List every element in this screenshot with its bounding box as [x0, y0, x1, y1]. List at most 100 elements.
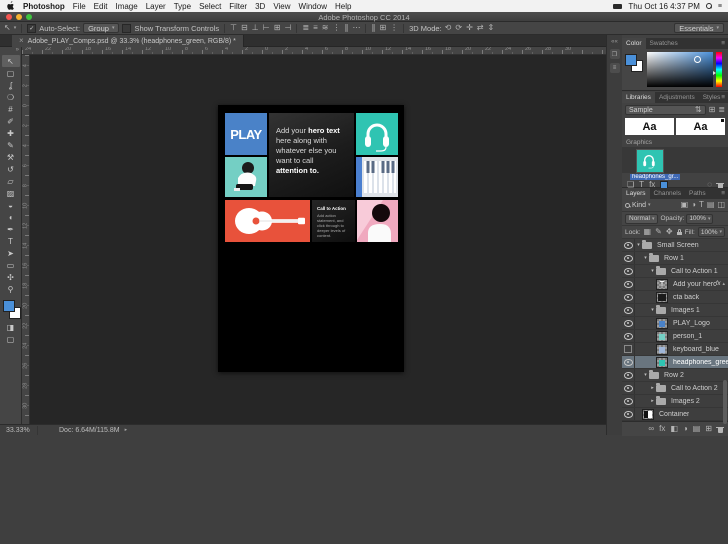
tab-channels[interactable]: Channels: [650, 188, 685, 199]
close-tab-icon[interactable]: ×: [19, 37, 24, 45]
layer-mask-icon[interactable]: ◧: [670, 425, 678, 433]
hue-slider-marker[interactable]: [713, 71, 716, 75]
tab-swatches[interactable]: Swatches: [646, 38, 682, 49]
library-item-label[interactable]: headphones_gr...: [630, 174, 680, 180]
dodge-tool[interactable]: ◖: [2, 211, 20, 223]
menu-item-select[interactable]: Select: [199, 2, 221, 11]
panel-menu-icon[interactable]: ≡: [721, 190, 725, 197]
align-horizontal-centers-icon[interactable]: ⊞: [274, 24, 281, 32]
foreground-color-swatch[interactable]: [625, 54, 637, 66]
filter-pixel-layers-icon[interactable]: ▣: [681, 201, 689, 209]
layer-visibility-toggle[interactable]: [622, 304, 635, 316]
library-select[interactable]: Sample⇅: [625, 105, 706, 115]
layer-row-keyboard-blue[interactable]: keyboard_blue: [622, 343, 728, 356]
3d-drag-icon[interactable]: ✛: [466, 24, 473, 32]
collapse-toolbar-icon[interactable]: »: [0, 47, 21, 55]
filter-search-icon[interactable]: [625, 203, 630, 208]
foreground-background-swatches[interactable]: [2, 299, 20, 321]
layer-row-row-1[interactable]: ▾Row 1: [622, 252, 728, 265]
layer-row-play-logo[interactable]: PLAY_Logo: [622, 317, 728, 330]
scrollbar-thumb[interactable]: [723, 380, 727, 424]
tab-layers[interactable]: Layers: [622, 188, 650, 199]
color-gradient-field[interactable]: [647, 52, 713, 87]
layer-row-headphones-green[interactable]: headphones_green: [622, 356, 728, 369]
menu-item-type[interactable]: Type: [174, 2, 191, 11]
new-layer-icon[interactable]: ⊞: [705, 425, 712, 433]
fill-value[interactable]: 100%▾: [698, 227, 725, 237]
menu-item-photoshop[interactable]: Photoshop: [23, 2, 65, 11]
filter-adjustment-layers-icon[interactable]: ◑: [691, 201, 696, 209]
color-cursor-icon[interactable]: [694, 56, 701, 63]
align-vertical-centers-icon[interactable]: ⊟: [241, 24, 248, 32]
layer-visibility-toggle[interactable]: [622, 356, 635, 368]
layers-scrollbar[interactable]: [723, 366, 727, 544]
tab-libraries[interactable]: Libraries: [622, 92, 655, 103]
text-layer-thumbnail[interactable]: T: [656, 279, 668, 290]
layer-visibility-toggle[interactable]: [622, 239, 635, 251]
foreground-color-swatch[interactable]: [3, 300, 15, 312]
zoom-tool[interactable]: ⚲: [2, 283, 20, 295]
notification-center-icon[interactable]: ≡: [718, 3, 722, 10]
layer-row-add-your-hero-t-[interactable]: TAdd your hero t...fx▴: [622, 278, 728, 291]
document-tab[interactable]: × Adobe_PLAY_Comps.psd @ 33.3% (headphon…: [12, 35, 244, 47]
lasso-tool[interactable]: ʆ: [2, 79, 20, 91]
layer-row-images-1[interactable]: ▾Images 1: [622, 304, 728, 317]
layer-row-call-to-action-2[interactable]: ▸Call to Action 2: [622, 382, 728, 395]
layer-style-icon[interactable]: fx: [659, 425, 665, 433]
crop-tool[interactable]: #: [2, 103, 20, 115]
panel-menu-icon[interactable]: ≡: [721, 94, 725, 101]
menu-item-help[interactable]: Help: [335, 2, 351, 11]
layer-visibility-toggle[interactable]: [622, 291, 635, 303]
layer-row-call-to-action-1[interactable]: ▾Call to Action 1: [622, 265, 728, 278]
chevron-down-icon[interactable]: ▾: [635, 242, 642, 248]
type-tool[interactable]: T: [2, 235, 20, 247]
brush-tool[interactable]: ✎: [2, 139, 20, 151]
chevron-right-icon[interactable]: ▸: [649, 398, 656, 404]
menu-item-file[interactable]: File: [73, 2, 86, 11]
canvas-area[interactable]: PLAY Add your hero text here along with …: [30, 55, 606, 424]
delete-layer-icon[interactable]: [717, 426, 723, 433]
chevron-down-icon[interactable]: ▾: [649, 268, 656, 274]
hand-tool[interactable]: ✣: [2, 271, 20, 283]
chevron-up-icon[interactable]: ▴: [722, 281, 725, 287]
auto-align-icon[interactable]: ⋮: [390, 24, 398, 32]
filter-kind-label[interactable]: Kind: [632, 202, 646, 209]
menu-item-layer[interactable]: Layer: [146, 2, 166, 11]
move-tool-preset-icon[interactable]: ↖: [4, 24, 11, 32]
layer-visibility-toggle[interactable]: [622, 252, 635, 264]
chevron-down-icon[interactable]: ▾: [642, 255, 649, 261]
link-layers-icon[interactable]: ∞: [648, 425, 654, 433]
gradient-tool[interactable]: ▨: [2, 187, 20, 199]
workspace-switcher[interactable]: Essentials▾: [674, 23, 724, 33]
new-group-icon[interactable]: ▤: [693, 425, 701, 433]
layer-row-person-1[interactable]: person_1: [622, 330, 728, 343]
clone-stamp-tool[interactable]: ⚒: [2, 151, 20, 163]
type-style-item[interactable]: Aa: [625, 118, 674, 135]
layer-thumbnail[interactable]: [656, 331, 668, 342]
move-tool[interactable]: ↖: [2, 55, 20, 67]
layer-thumbnail[interactable]: [642, 409, 654, 420]
menu-item-window[interactable]: Window: [299, 2, 327, 11]
layer-visibility-toggle[interactable]: [622, 382, 635, 394]
distribute-vcenter-icon[interactable]: ≡: [313, 24, 318, 32]
tab-paths[interactable]: Paths: [685, 188, 710, 199]
library-item-headphones[interactable]: [636, 149, 664, 173]
adjustment-layer-icon[interactable]: ◑: [683, 425, 688, 433]
window-title-bar[interactable]: Adobe Photoshop CC 2014: [0, 12, 728, 22]
horizontal-ruler[interactable]: 2422201816141210864202468101214161820222…: [22, 47, 606, 55]
layer-thumbnail[interactable]: [656, 292, 668, 303]
quick-selection-tool[interactable]: ❍: [2, 91, 20, 103]
layer-thumbnail[interactable]: [656, 318, 668, 329]
eraser-tool[interactable]: ▱: [2, 175, 20, 187]
rectangle-tool[interactable]: ▭: [2, 259, 20, 271]
distribute-left-icon[interactable]: ⋮: [332, 24, 340, 32]
opacity-value[interactable]: 100%▾: [686, 214, 713, 224]
layer-visibility-toggle[interactable]: [622, 330, 635, 342]
layer-effects-badge[interactable]: fx▴: [716, 281, 728, 287]
filter-smart-objects-icon[interactable]: ◫: [717, 201, 725, 209]
lock-image-icon[interactable]: ✎: [655, 228, 662, 236]
distribute-right-icon[interactable]: ⋯: [352, 24, 360, 32]
spot-healing-brush-tool[interactable]: ✚: [2, 127, 20, 139]
distribute-top-icon[interactable]: ≣: [302, 24, 309, 32]
menu-item-edit[interactable]: Edit: [94, 2, 108, 11]
